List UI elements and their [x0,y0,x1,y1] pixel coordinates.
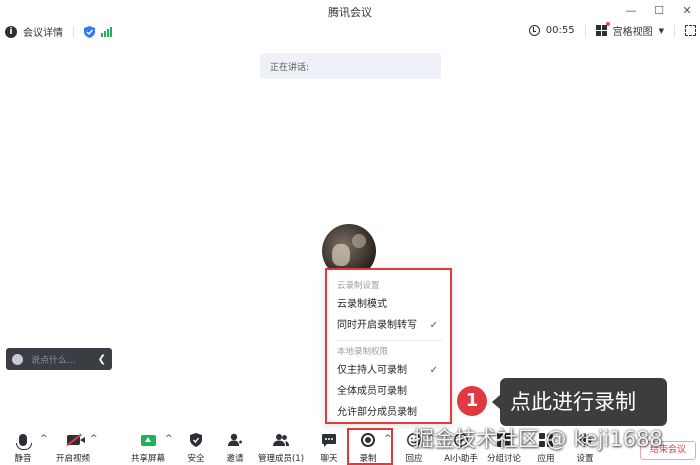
window-title: 腾讯会议 [328,6,372,19]
some-members-record-item[interactable]: 允许部分成员录制 [327,402,450,423]
chat-input[interactable]: 说点什么... ❮ [6,348,112,370]
record-button-highlight [347,428,393,465]
title-bar: 腾讯会议 — ☐ ✕ [0,0,700,22]
watermark-text: 掘金技术社区 @ keji1688 [413,427,663,451]
security-shield-icon [190,433,202,447]
share-screen-icon [140,434,156,446]
microphone-icon [16,434,32,450]
chat-placeholder: 说点什么... [31,355,76,366]
mute-button[interactable]: 静音 [12,430,34,465]
check-icon: ✓ [429,320,438,331]
fullscreen-icon[interactable] [685,25,696,36]
invite-button[interactable]: 邀请 [224,430,246,465]
shield-icon[interactable] [84,25,95,38]
divider [73,25,74,38]
check-icon: ✓ [429,365,438,376]
window-controls: — ☐ ✕ [624,3,694,17]
speaking-label: 正在讲话: [270,63,310,73]
maximize-icon[interactable]: ☐ [652,3,666,17]
chevron-up-icon[interactable]: ^ [165,434,173,444]
close-icon[interactable]: ✕ [680,3,694,17]
share-screen-button[interactable]: 共享屏幕 [130,430,166,465]
cloud-transcribe-item[interactable]: 同时开启录制转写 ✓ [327,315,450,336]
chevron-down-icon[interactable]: ▼ [659,27,664,35]
security-button[interactable]: 安全 [185,430,207,465]
info-icon[interactable]: i [5,25,17,38]
emoji-icon[interactable] [12,353,23,365]
camera-off-icon [66,435,85,445]
chevron-up-icon[interactable]: ^ [40,434,48,444]
view-mode-selector[interactable]: 宫格视图 [613,23,653,38]
info-left: i 会议详情 [5,24,112,39]
meeting-details-link[interactable]: 会议详情 [23,24,63,39]
speaking-indicator: 正在讲话: [260,53,441,79]
members-icon [273,434,289,446]
cloud-record-mode-item[interactable]: 云录制模式 [327,294,450,315]
step-number-badge: 1 [457,386,487,416]
manage-members-button[interactable]: 管理成员(1) [258,430,304,465]
divider [584,24,586,37]
info-right: 00:55 宫格视图 ▼ [528,22,696,38]
grid-view-icon[interactable] [595,22,610,36]
invite-user-icon [228,433,242,446]
minimize-icon[interactable]: — [624,3,638,17]
signal-icon[interactable] [101,26,112,37]
cloud-record-section-title: 云录制设置 [337,281,380,291]
info-bar: i 会议详情 00:55 宫格视图 ▼ [0,22,700,42]
chevron-up-icon[interactable]: ^ [90,434,98,444]
all-members-record-item[interactable]: 全体成员可录制 [327,381,450,402]
local-record-section-title: 本地录制权限 [337,347,389,357]
chat-button[interactable]: 聊天 [318,430,340,465]
meeting-timer: 00:55 [545,25,575,36]
start-video-button[interactable]: 开启视频 [55,430,91,465]
menu-divider [335,340,442,341]
record-settings-menu: 云录制设置 云录制模式 同时开启录制转写 ✓ 本地录制权限 仅主持人可录制 ✓ 全体… [325,268,452,424]
host-only-record-item[interactable]: 仅主持人可录制 ✓ [327,360,450,381]
clock-icon [528,25,540,36]
chevron-left-icon[interactable]: ❮ [98,354,112,365]
callout-tooltip: 点此进行录制 [492,378,667,426]
divider [674,24,675,37]
chat-bubble-icon [322,433,336,447]
